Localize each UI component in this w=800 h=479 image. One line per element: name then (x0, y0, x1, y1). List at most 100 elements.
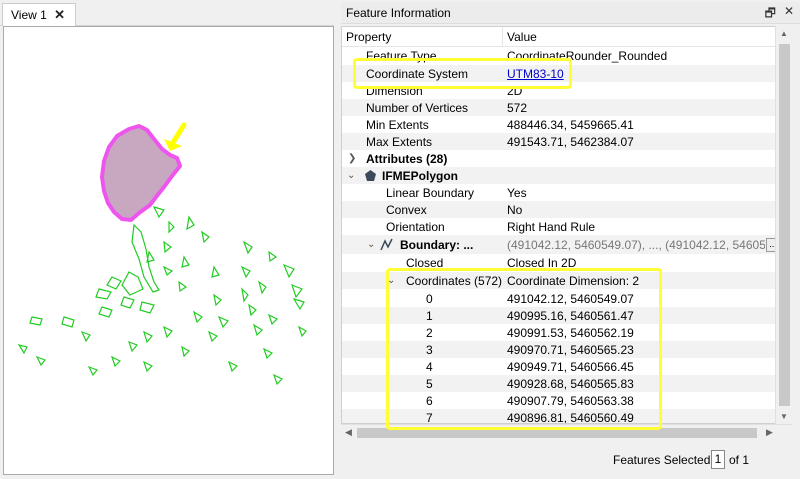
row-property: 3 (426, 342, 433, 357)
map-graphics (17, 122, 307, 386)
row-property: Boundary: ... (400, 237, 474, 252)
scroll-left-icon[interactable]: ◀ (345, 427, 352, 438)
tab-view-1[interactable]: View 1 ✕ (2, 3, 76, 26)
tree-row-boundary[interactable]: ⌄ Boundary: ... (491042.12, 5460549.07),… (342, 235, 780, 254)
feature-info-header: Feature Information 🗗 ✕ (341, 2, 800, 24)
row-property: Coordinates (572) (406, 273, 503, 288)
row-property: Min Extents (366, 117, 429, 132)
row-value: (491042.12, 5460549.07), ..., (491042.12… (507, 237, 765, 252)
row-value: CoordinateRounder_Rounded (507, 48, 668, 63)
column-headers: Property Value (342, 27, 791, 47)
row-value: 490907.79, 5460563.38 (507, 393, 634, 408)
feature-info-title: Feature Information (346, 5, 451, 20)
tree-row[interactable]: Dimension 2D (342, 82, 776, 99)
chevron-right-icon[interactable]: ❯ (348, 153, 356, 164)
coordinate-row[interactable]: 6 490907.79, 5460563.38 (342, 392, 776, 409)
vertical-scrollbar[interactable]: ▲ ▼ (775, 26, 792, 424)
arrow-icon (164, 122, 187, 151)
row-value: Right Hand Rule (507, 219, 596, 234)
chevron-down-icon[interactable]: ⌄ (347, 170, 355, 181)
polygon-icon (365, 170, 376, 181)
status-bar: Features Selected: 1 of 1 (341, 444, 800, 475)
row-value: 490995.16, 5460561.47 (507, 308, 634, 323)
tree-row-attributes[interactable]: ❯ Attributes (28) (342, 150, 776, 167)
tree-row-coordinates[interactable]: ⌄ Coordinates (572) Coordinate Dimension… (342, 272, 776, 289)
coordinate-row[interactable]: 5 490928.68, 5460565.83 (342, 375, 776, 392)
row-property: IFMEPolygon (382, 168, 458, 183)
tree-row[interactable]: Linear Boundary Yes (342, 184, 776, 201)
row-value: 491543.71, 5462384.07 (507, 134, 634, 149)
coordinate-row[interactable]: 7 490896.81, 5460560.49 (342, 409, 776, 424)
row-value: Coordinate Dimension: 2 (507, 273, 640, 288)
row-property: 2 (426, 325, 433, 340)
row-property: 6 (426, 393, 433, 408)
coordinate-system-link[interactable]: UTM83-10 (507, 67, 564, 81)
coordinate-row[interactable]: 1 490995.16, 5460561.47 (342, 307, 776, 324)
features-total-label: of 1 (729, 453, 750, 467)
tree-row[interactable]: Min Extents 488446.34, 5459665.41 (342, 116, 776, 133)
property-column-header[interactable]: Property (346, 30, 391, 44)
row-property: Coordinate System (366, 66, 469, 81)
tree-row[interactable]: Feature Type CoordinateRounder_Rounded (342, 47, 776, 64)
chevron-down-icon[interactable]: ⌄ (367, 239, 375, 250)
tree-row[interactable]: Max Extents 491543.71, 5462384.07 (342, 133, 776, 150)
row-value: Closed In 2D (507, 255, 577, 270)
row-value: 490896.81, 5460560.49 (507, 410, 634, 424)
coordinate-row[interactable]: 2 490991.53, 5460562.19 (342, 324, 776, 341)
scroll-thumb[interactable] (779, 44, 790, 406)
row-property: 0 (426, 291, 433, 306)
row-property: 7 (426, 410, 433, 424)
row-value: 490991.53, 5460562.19 (507, 325, 634, 340)
chevron-down-icon[interactable]: ⌄ (387, 275, 395, 286)
row-property: Number of Vertices (366, 100, 469, 115)
row-value: 491042.12, 5460549.07 (507, 291, 634, 306)
float-icon[interactable]: 🗗 (765, 4, 776, 25)
row-property: 4 (426, 359, 433, 374)
coordinate-row[interactable]: 4 490949.71, 5460566.45 (342, 358, 776, 375)
row-value: 572 (507, 100, 528, 115)
tree-row[interactable]: Coordinate System UTM83-10 (342, 65, 776, 82)
row-value: 2D (507, 83, 523, 98)
feature-outlines (17, 206, 307, 386)
coordinate-row[interactable]: 0 491042.12, 5460549.07 (342, 290, 776, 307)
scroll-thumb[interactable] (357, 428, 757, 438)
row-value: No (507, 202, 523, 217)
selected-index-field[interactable]: 1 (711, 450, 725, 469)
row-property: 5 (426, 376, 433, 391)
close-icon[interactable]: ✕ (54, 7, 65, 23)
row-property: Max Extents (366, 134, 433, 149)
row-property: Convex (386, 202, 427, 217)
row-property: Dimension (366, 83, 423, 98)
row-value: 490928.68, 5460565.83 (507, 376, 634, 391)
row-value: 490970.71, 5460565.23 (507, 342, 634, 357)
feature-info-tree[interactable]: Property Value Feature Type CoordinateRo… (341, 26, 792, 424)
row-property: Orientation (386, 219, 445, 234)
close-panel-icon[interactable]: ✕ (784, 4, 794, 25)
row-property: Attributes (28) (366, 151, 448, 166)
row-value: 490949.71, 5460566.45 (507, 359, 634, 374)
map-canvas[interactable] (3, 26, 334, 475)
row-property: 1 (426, 308, 433, 323)
scroll-right-icon[interactable]: ▶ (766, 427, 773, 438)
row-property: Linear Boundary (386, 185, 475, 200)
tree-row[interactable]: Number of Vertices 572 (342, 99, 776, 116)
horizontal-scrollbar[interactable]: ◀ ▶ (341, 424, 792, 440)
row-value: 488446.34, 5459665.41 (507, 117, 634, 132)
view-tabbar: View 1 ✕ (0, 0, 338, 26)
tree-row[interactable]: Closed Closed In 2D (342, 254, 776, 271)
panel-splitter[interactable] (334, 0, 341, 475)
tree-row[interactable]: Convex No (342, 201, 776, 218)
tree-row-geometry[interactable]: ⌄ IFMEPolygon (342, 167, 776, 184)
coordinate-row[interactable]: 3 490970.71, 5460565.23 (342, 341, 776, 358)
tree-row[interactable]: Orientation Right Hand Rule (342, 218, 776, 235)
tab-view-1-label: View 1 (11, 8, 47, 22)
scroll-up-icon[interactable]: ▲ (780, 29, 788, 38)
selected-polygon (100, 124, 182, 222)
row-value: Yes (507, 185, 527, 200)
line-icon (380, 238, 393, 251)
row-property: Closed (406, 255, 444, 270)
scroll-down-icon[interactable]: ▼ (780, 412, 788, 421)
features-selected-label: Features Selected: (613, 453, 714, 467)
row-property: Feature Type (366, 48, 437, 63)
value-column-header[interactable]: Value (507, 30, 537, 44)
